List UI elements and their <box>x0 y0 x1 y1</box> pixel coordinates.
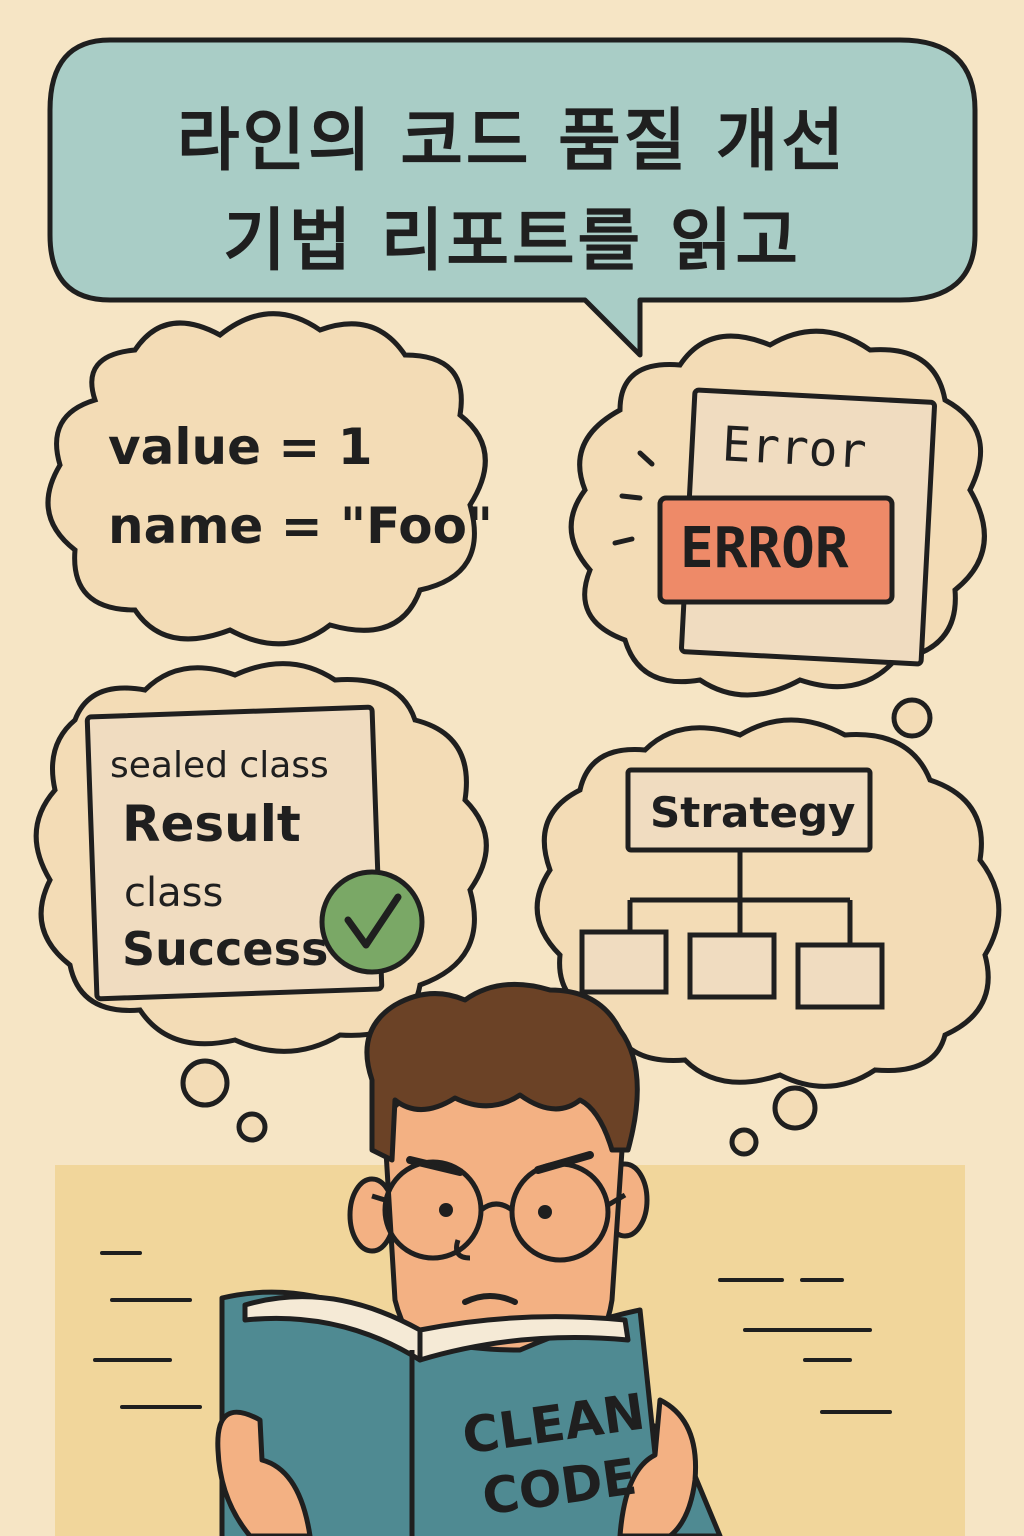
sealed-class-label: sealed class <box>110 745 329 786</box>
result-label: Result <box>122 795 301 853</box>
error-badge-label: ERROR <box>680 516 849 581</box>
strategy-label: Strategy <box>650 788 856 837</box>
class-label: class <box>124 870 224 916</box>
success-label: Success <box>122 922 329 976</box>
thought-bubble-code <box>45 311 488 647</box>
title-line-2: 기법 리포트를 읽고 <box>223 202 801 281</box>
error-card-label: Error <box>720 416 868 480</box>
code-line-value: value = 1 <box>108 418 373 476</box>
illustration-canvas: 라인의 코드 품질 개선 기법 리포트를 읽고 value = 1 name =… <box>0 0 1024 1536</box>
title-line-1: 라인의 코드 품질 개선 <box>176 102 848 181</box>
checkmark-icon <box>319 869 425 975</box>
code-line-name: name = "Foo" <box>108 497 493 555</box>
